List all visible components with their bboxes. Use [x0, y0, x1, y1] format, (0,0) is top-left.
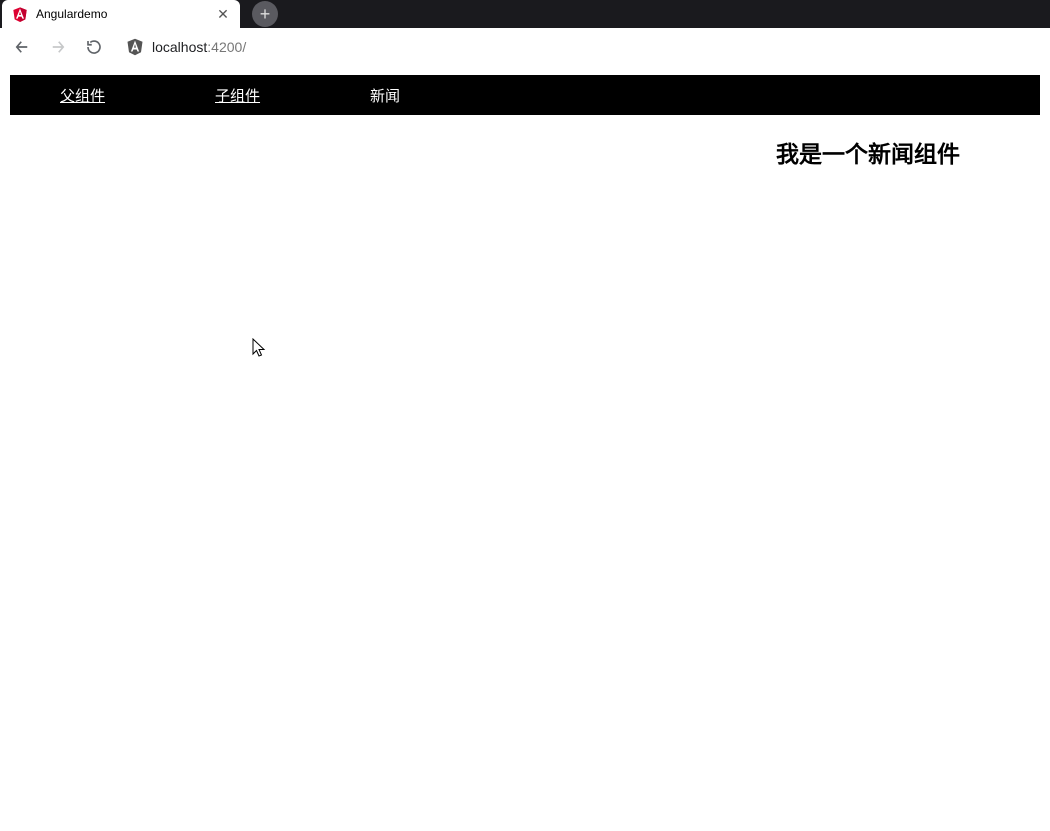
site-info-icon[interactable] — [126, 38, 144, 56]
nav-link-parent[interactable]: 父组件 — [60, 85, 105, 106]
reload-button[interactable] — [80, 33, 108, 61]
browser-tab[interactable]: Angulardemo ✕ — [2, 0, 240, 28]
url-path: / — [242, 39, 246, 55]
mouse-cursor-icon — [252, 338, 268, 360]
url-text: localhost:4200/ — [152, 39, 246, 55]
page-content: 父组件 子组件 新闻 我是一个新闻组件 — [0, 65, 1050, 169]
address-bar-row: localhost:4200/ — [0, 28, 1050, 65]
content-heading: 我是一个新闻组件 — [776, 135, 960, 169]
angular-favicon-icon — [12, 6, 28, 22]
nav-header: 父组件 子组件 新闻 — [10, 75, 1040, 115]
app-container: 父组件 子组件 新闻 我是一个新闻组件 — [10, 75, 1040, 169]
arrow-left-icon — [13, 38, 31, 56]
arrow-right-icon — [49, 38, 67, 56]
content-area: 我是一个新闻组件 — [10, 115, 1040, 169]
nav-link-child[interactable]: 子组件 — [215, 85, 260, 106]
url-port: :4200 — [207, 39, 242, 55]
browser-chrome: Angulardemo ✕ + — [0, 0, 1050, 65]
forward-button[interactable] — [44, 33, 72, 61]
plus-icon: + — [260, 5, 271, 23]
url-host: localhost — [152, 39, 207, 55]
reload-icon — [85, 38, 103, 56]
tab-close-icon[interactable]: ✕ — [216, 7, 230, 21]
tab-title: Angulardemo — [36, 7, 208, 21]
new-tab-button[interactable]: + — [252, 1, 278, 27]
back-button[interactable] — [8, 33, 36, 61]
tab-bar: Angulardemo ✕ + — [0, 0, 1050, 28]
nav-link-news[interactable]: 新闻 — [370, 85, 400, 106]
address-bar[interactable]: localhost:4200/ — [116, 33, 1042, 61]
